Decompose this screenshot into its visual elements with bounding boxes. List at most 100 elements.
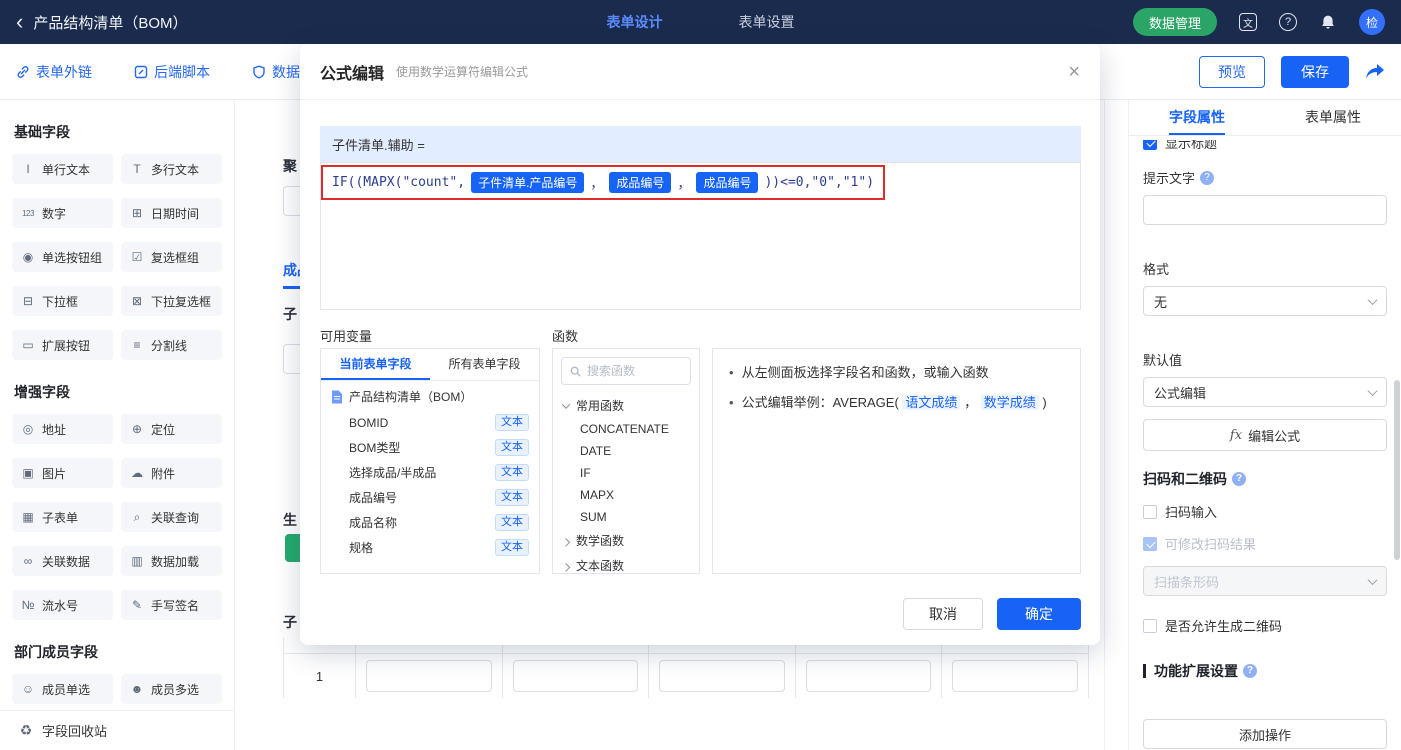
cell-input[interactable] <box>366 660 492 692</box>
question-icon[interactable]: ? <box>1232 472 1246 486</box>
cell-input[interactable] <box>805 660 932 692</box>
sidebar-item-image[interactable]: ▣ 图片 <box>12 458 113 488</box>
sidebar-item-linked-query[interactable]: ⌕ 关联查询 <box>121 502 222 532</box>
form-tree-root[interactable]: 产品结构清单（BOM） <box>321 381 539 410</box>
qr-allow-checkbox[interactable] <box>1143 618 1157 633</box>
sidebar-item-multi-line-text[interactable]: T 多行文本 <box>121 154 222 184</box>
sidebar-item-dropdown[interactable]: ⊟ 下拉框 <box>12 286 113 316</box>
data-load-icon: ▥ <box>131 554 143 568</box>
sidebar-item-attachment[interactable]: ☁ 附件 <box>121 458 222 488</box>
tab-all-form-fields[interactable]: 所有表单字段 <box>430 349 539 380</box>
question-icon[interactable]: ? <box>1200 170 1215 185</box>
confirm-button[interactable]: 确定 <box>997 598 1081 630</box>
sidebar-item-serial-number[interactable]: № 流水号 <box>12 590 113 620</box>
sidebar-item-divider[interactable]: ≡ 分割线 <box>121 330 222 360</box>
function-group-math[interactable]: 数学函数 <box>553 528 699 553</box>
close-icon[interactable]: × <box>1068 62 1080 82</box>
sidebar-item-checkbox-group[interactable]: ☑ 复选框组 <box>121 242 222 272</box>
topbar-tabs: 表单设计 表单设置 <box>607 12 795 32</box>
subform-table-fragment: 1 <box>283 638 1089 698</box>
shield-icon <box>253 64 265 79</box>
page-title: 产品结构清单（BOM） <box>33 14 188 32</box>
tab-form-design[interactable]: 表单设计 <box>607 12 663 32</box>
sidebar-item-location[interactable]: ⊕ 定位 <box>121 414 222 444</box>
chevron-right-icon <box>561 562 571 572</box>
cell-input[interactable] <box>659 660 785 692</box>
scrollbar-thumb[interactable] <box>1394 380 1400 560</box>
share-icon[interactable] <box>1365 63 1385 81</box>
translate-icon[interactable]: 文 <box>1239 13 1257 31</box>
variable-item[interactable]: BOMID 文本 <box>321 410 539 435</box>
variable-item[interactable]: 选择成品/半成品 文本 <box>321 460 539 485</box>
formula-editor[interactable]: IF((MAPX("count", 子件清单.产品编号 ， 成品编号 ， 成品编… <box>320 162 1081 310</box>
sidebar-item-single-line-text[interactable]: I 单行文本 <box>12 154 113 184</box>
tab-form-properties[interactable]: 表单属性 <box>1265 100 1401 135</box>
field-chip[interactable]: 成品编号 <box>696 172 759 193</box>
question-icon[interactable]: ? <box>1243 664 1257 678</box>
type-tag: 文本 <box>495 514 529 531</box>
tab-field-properties[interactable]: 字段属性 <box>1129 100 1265 135</box>
image-icon: ▣ <box>22 466 34 480</box>
scan-modify-checkbox[interactable] <box>1143 536 1157 551</box>
bell-icon[interactable] <box>1319 13 1337 31</box>
cancel-button[interactable]: 取消 <box>903 598 983 630</box>
row-index: 1 <box>284 654 356 698</box>
back-chevron-icon[interactable]: ‹ <box>16 11 23 33</box>
add-action-button[interactable]: 添加操作 <box>1143 719 1387 749</box>
data-manage-button[interactable]: 数据管理 <box>1132 8 1217 36</box>
sidebar-item-member-multi[interactable]: ☻ 成员多选 <box>121 674 222 704</box>
variable-item[interactable]: 成品名称 文本 <box>321 510 539 535</box>
file-icon <box>332 390 342 403</box>
avatar[interactable]: 检 <box>1359 9 1385 35</box>
sidebar-item-extend-button[interactable]: ▭ 扩展按钮 <box>12 330 113 360</box>
sidebar-item-address[interactable]: ◎ 地址 <box>12 414 113 444</box>
function-group-text[interactable]: 文本函数 <box>553 553 699 573</box>
format-label: 格式 <box>1143 262 1170 277</box>
function-item[interactable]: IF <box>553 462 699 484</box>
field-chip[interactable]: 子件清单.产品编号 <box>471 172 585 193</box>
sidebar-item-signature[interactable]: ✎ 手写签名 <box>121 590 222 620</box>
format-select[interactable]: 无 <box>1143 286 1387 316</box>
function-search-box[interactable] <box>561 357 691 385</box>
function-item[interactable]: SUM <box>553 506 699 528</box>
save-button[interactable]: 保存 <box>1281 55 1349 88</box>
section-title-members: 部门成员字段 <box>14 644 98 660</box>
preview-button[interactable]: 预览 <box>1199 55 1265 88</box>
function-group-common[interactable]: 常用函数 <box>553 393 699 418</box>
canvas-green-button-fragment[interactable] <box>285 534 300 562</box>
variable-item[interactable]: 成品编号 文本 <box>321 485 539 510</box>
single-line-text-icon: I <box>26 162 30 176</box>
tab-current-form-fields[interactable]: 当前表单字段 <box>321 349 430 380</box>
function-item[interactable]: MAPX <box>553 484 699 506</box>
sidebar-item-subform[interactable]: ▦ 子表单 <box>12 502 113 532</box>
default-value-select[interactable]: 公式编辑 <box>1143 377 1387 407</box>
sidebar-item-member-single[interactable]: ☺ 成员单选 <box>12 674 113 704</box>
backend-script-item[interactable]: 后端脚本 <box>134 62 210 82</box>
hint-text-input[interactable] <box>1143 195 1387 225</box>
sidebar-item-number[interactable]: 123 数字 <box>12 198 113 228</box>
show-title-checkbox[interactable] <box>1143 140 1157 150</box>
canvas-scroll-track <box>1104 100 1105 750</box>
sidebar-item-linked-data[interactable]: ∞ 关联数据 <box>12 546 113 576</box>
functions-panel: 常用函数 CONCATENATE DATE IF MAPX SUM 数学函数 文… <box>552 348 700 574</box>
sidebar-item-data-load[interactable]: ▥ 数据加载 <box>121 546 222 576</box>
help-icon[interactable]: ? <box>1279 13 1297 31</box>
scan-barcode-select[interactable]: 扫描条形码 <box>1143 566 1387 596</box>
field-chip[interactable]: 成品编号 <box>609 172 672 193</box>
field-recycle-bin[interactable]: ♻ 字段回收站 <box>0 710 234 750</box>
formula-separator: ， <box>590 177 604 192</box>
external-link-item[interactable]: 表单外链 <box>16 62 92 82</box>
edit-formula-button[interactable]: fx 编辑公式 <box>1143 419 1387 451</box>
variable-item[interactable]: BOM类型 文本 <box>321 435 539 460</box>
function-item[interactable]: CONCATENATE <box>553 418 699 440</box>
scan-input-checkbox[interactable] <box>1143 504 1157 519</box>
sidebar-item-datetime[interactable]: ⊞ 日期时间 <box>121 198 222 228</box>
sidebar-item-radio-group[interactable]: ◉ 单选按钮组 <box>12 242 113 272</box>
function-item[interactable]: DATE <box>553 440 699 462</box>
tab-form-settings[interactable]: 表单设置 <box>739 12 795 32</box>
cell-input[interactable] <box>512 660 639 692</box>
variable-item[interactable]: 规格 文本 <box>321 535 539 560</box>
cell-input[interactable] <box>952 660 1078 692</box>
search-functions-input[interactable] <box>587 364 682 378</box>
sidebar-item-dropdown-multi[interactable]: ⊠ 下拉复选框 <box>121 286 222 316</box>
